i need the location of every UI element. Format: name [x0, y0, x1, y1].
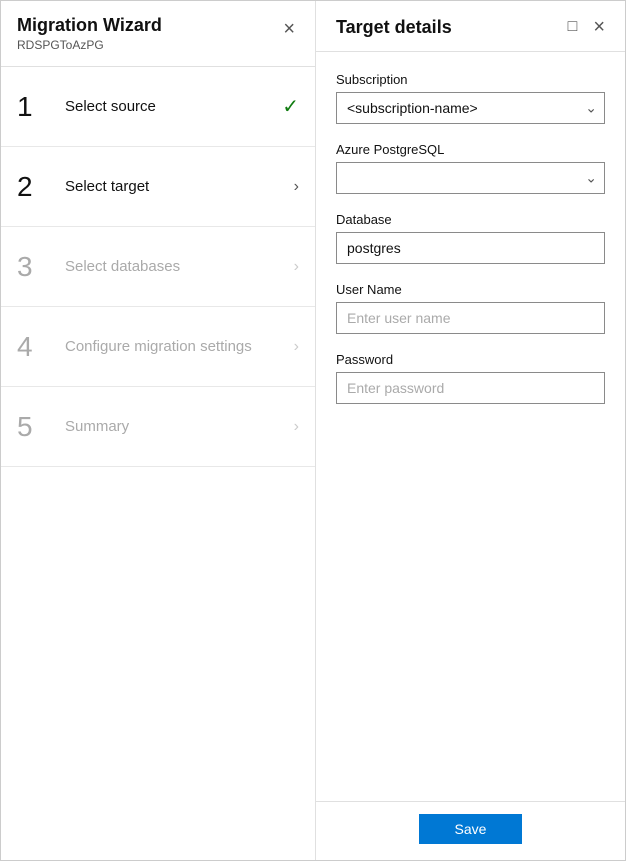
step-2-label: Select target [65, 178, 286, 195]
right-content-area: Subscription <subscription-name> ⌄ Azure… [316, 52, 625, 801]
step-2-number: 2 [17, 173, 53, 201]
wizard-header: Migration Wizard RDSPGToAzPG × [1, 1, 315, 67]
step-1-number: 1 [17, 93, 53, 121]
subscription-select-wrapper[interactable]: <subscription-name> ⌄ [336, 92, 605, 124]
username-field-group: User Name [336, 282, 605, 334]
step-4-configure-settings: 4 Configure migration settings › [1, 307, 315, 387]
right-panel-title: Target details [336, 17, 452, 38]
subscription-label: Subscription [336, 72, 605, 87]
step-3-number: 3 [17, 253, 53, 281]
step-1-select-source[interactable]: 1 Select source ✓ [1, 67, 315, 147]
right-header-buttons: □ × [564, 15, 609, 39]
wizard-title: Migration Wizard [17, 15, 162, 36]
step-1-label: Select source [65, 98, 274, 115]
step-5-chevron-icon: › [294, 418, 299, 436]
wizard-close-button[interactable]: × [279, 17, 299, 41]
password-label: Password [336, 352, 605, 367]
wizard-steps-panel: Migration Wizard RDSPGToAzPG × 1 Select … [1, 1, 316, 860]
step-3-label: Select databases [65, 258, 286, 275]
step-4-number: 4 [17, 333, 53, 361]
save-button[interactable]: Save [419, 814, 523, 844]
step-list: 1 Select source ✓ 2 Select target › 3 Se… [1, 67, 315, 860]
database-field-group: Database [336, 212, 605, 264]
azure-postgresql-field-group: Azure PostgreSQL ⌄ [336, 142, 605, 194]
step-2-chevron-icon: › [294, 178, 299, 196]
username-label: User Name [336, 282, 605, 297]
step-5-label: Summary [65, 418, 286, 435]
step-4-chevron-icon: › [294, 338, 299, 356]
step-3-chevron-icon: › [294, 258, 299, 276]
database-input[interactable] [336, 232, 605, 264]
password-input[interactable] [336, 372, 605, 404]
right-header: Target details □ × [316, 1, 625, 52]
wizard-subtitle: RDSPGToAzPG [17, 38, 162, 62]
step-5-number: 5 [17, 413, 53, 441]
azure-postgresql-select-wrapper[interactable]: ⌄ [336, 162, 605, 194]
step-3-select-databases: 3 Select databases › [1, 227, 315, 307]
target-details-panel: Target details □ × Subscription <subscri… [316, 1, 625, 860]
azure-postgresql-label: Azure PostgreSQL [336, 142, 605, 157]
step-5-summary: 5 Summary › [1, 387, 315, 467]
right-close-button[interactable]: × [589, 15, 609, 39]
maximize-button[interactable]: □ [564, 17, 582, 37]
username-input[interactable] [336, 302, 605, 334]
step-1-check-icon: ✓ [282, 94, 299, 119]
migration-wizard-dialog: Migration Wizard RDSPGToAzPG × 1 Select … [0, 0, 626, 861]
azure-postgresql-select[interactable] [336, 162, 605, 194]
subscription-select[interactable]: <subscription-name> [336, 92, 605, 124]
password-field-group: Password [336, 352, 605, 404]
subscription-field-group: Subscription <subscription-name> ⌄ [336, 72, 605, 124]
database-label: Database [336, 212, 605, 227]
step-4-label: Configure migration settings [65, 338, 286, 355]
right-footer: Save [316, 801, 625, 860]
step-2-select-target[interactable]: 2 Select target › [1, 147, 315, 227]
